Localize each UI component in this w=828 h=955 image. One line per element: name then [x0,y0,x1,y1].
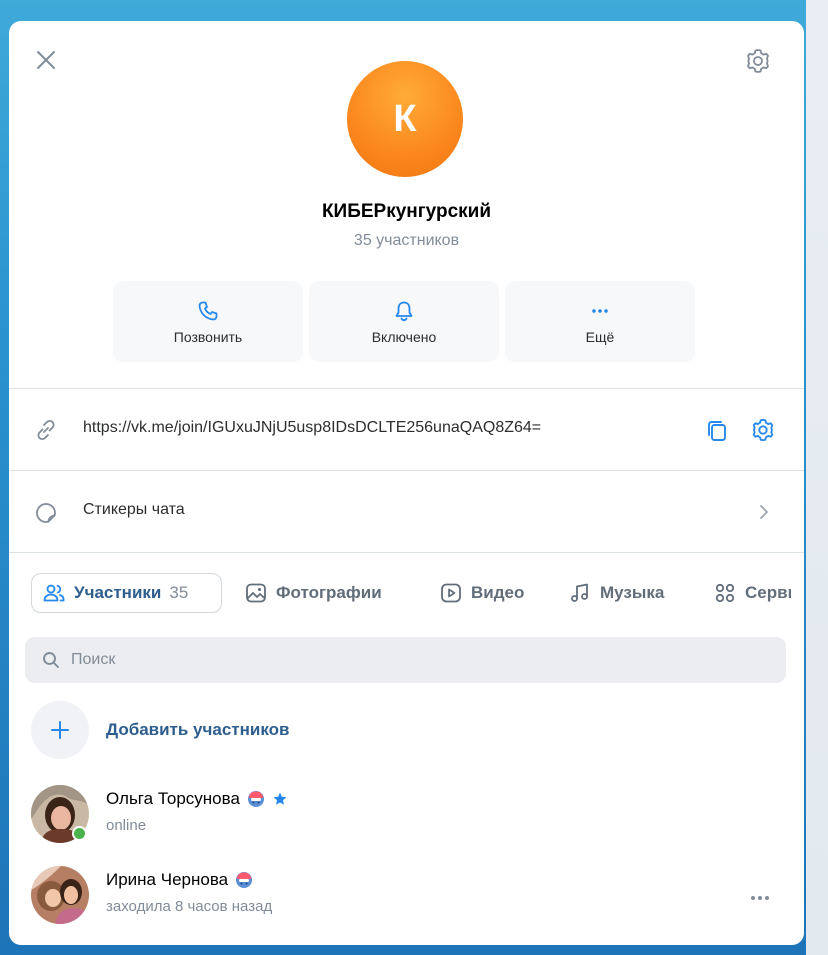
more-horizontal-icon [751,896,769,900]
chat-settings-button[interactable] [742,45,774,77]
gear-icon [752,418,774,442]
member-name: Ирина Чернова [106,870,254,890]
chat-avatar-letter: К [393,97,417,140]
gear-icon [747,49,769,73]
user-photo [31,866,89,924]
add-members-label: Добавить участников [106,720,290,739]
tab-members[interactable]: Участники 35 [31,573,222,613]
photo-icon [246,583,266,603]
more-actions-button[interactable]: Ещё [505,281,695,362]
tab-members-label: Участники [74,583,162,602]
star-icon [273,792,287,805]
tab-services-label: Сервисы [745,583,791,602]
online-indicator [72,826,87,841]
invite-link-row[interactable]: https://vk.me/join/IGUxuJNjU5usp8IDsDCLT… [9,389,804,471]
tab-videos[interactable]: Видео [429,573,534,613]
admin-badge-icon [247,791,264,807]
member-status: заходила 8 часов назад [106,898,273,915]
phone-icon [198,301,218,320]
member-more-button[interactable] [745,886,775,910]
chat-stickers-label: Стикеры чата [83,501,185,518]
invite-link-text[interactable]: https://vk.me/join/IGUxuJNjU5usp8IDsDCLT… [83,419,541,437]
music-note-icon [571,583,588,602]
link-icon [37,419,55,441]
more-actions-label: Ещё [585,328,615,345]
chat-actions: Позвонить Включено Ещё [113,281,695,362]
tab-music-label: Музыка [600,583,665,602]
call-button-label: Позвонить [173,328,243,345]
link-settings-button[interactable] [749,416,777,444]
chat-info-panel: К КИБЕРкунгурский 35 участников Позвонит… [9,21,804,945]
member-name: Ольга Торсунова [106,789,288,809]
add-members-circle [31,701,89,759]
search-icon [43,652,59,668]
notifications-button-label: Включено [371,328,437,345]
copy-link-button[interactable] [703,416,731,444]
copy-icon [708,421,726,441]
tab-videos-label: Видео [471,583,525,602]
member-row[interactable]: Ирина Чернова заходила 8 часов назад [31,866,791,928]
call-button[interactable]: Позвонить [113,281,303,362]
chevron-right-icon [760,505,768,519]
tab-photos[interactable]: Фотографии [234,573,392,613]
video-icon [441,583,461,603]
member-name-text: Ольга Торсунова [106,789,240,808]
close-button[interactable] [31,45,61,75]
member-row[interactable]: Ольга Торсунова online [31,785,791,847]
chat-title: КИБЕРкунгурский [321,201,492,222]
users-icon [43,584,65,602]
admin-badge-icon [236,872,253,888]
divider [9,552,804,553]
tab-services[interactable]: Сервисы [703,573,791,613]
member-name-text: Ирина Чернова [106,870,229,889]
tab-members-count: 35 [169,583,189,602]
grid-icon [715,583,735,603]
sticker-icon [36,503,56,523]
member-status: online [106,817,147,834]
tab-music[interactable]: Музыка [558,573,674,613]
chat-members-count: 35 участников [353,232,460,249]
chat-stickers-row[interactable]: Стикеры чата [9,471,804,553]
avatar[interactable] [31,866,89,924]
chat-avatar[interactable]: К [347,61,463,177]
search-bar[interactable] [25,637,786,683]
chat-tabs: Участники 35 Фотографии Видео Музыка Сер… [31,573,791,613]
notifications-button[interactable]: Включено [309,281,499,362]
plus-icon [51,721,69,739]
tab-photos-label: Фотографии [276,583,382,602]
search-input[interactable] [71,651,721,669]
background-sidebar [806,0,828,955]
add-members-button[interactable]: Добавить участников [31,701,791,761]
close-icon [37,51,55,69]
bell-icon [395,301,413,321]
more-horizontal-icon [592,308,608,313]
